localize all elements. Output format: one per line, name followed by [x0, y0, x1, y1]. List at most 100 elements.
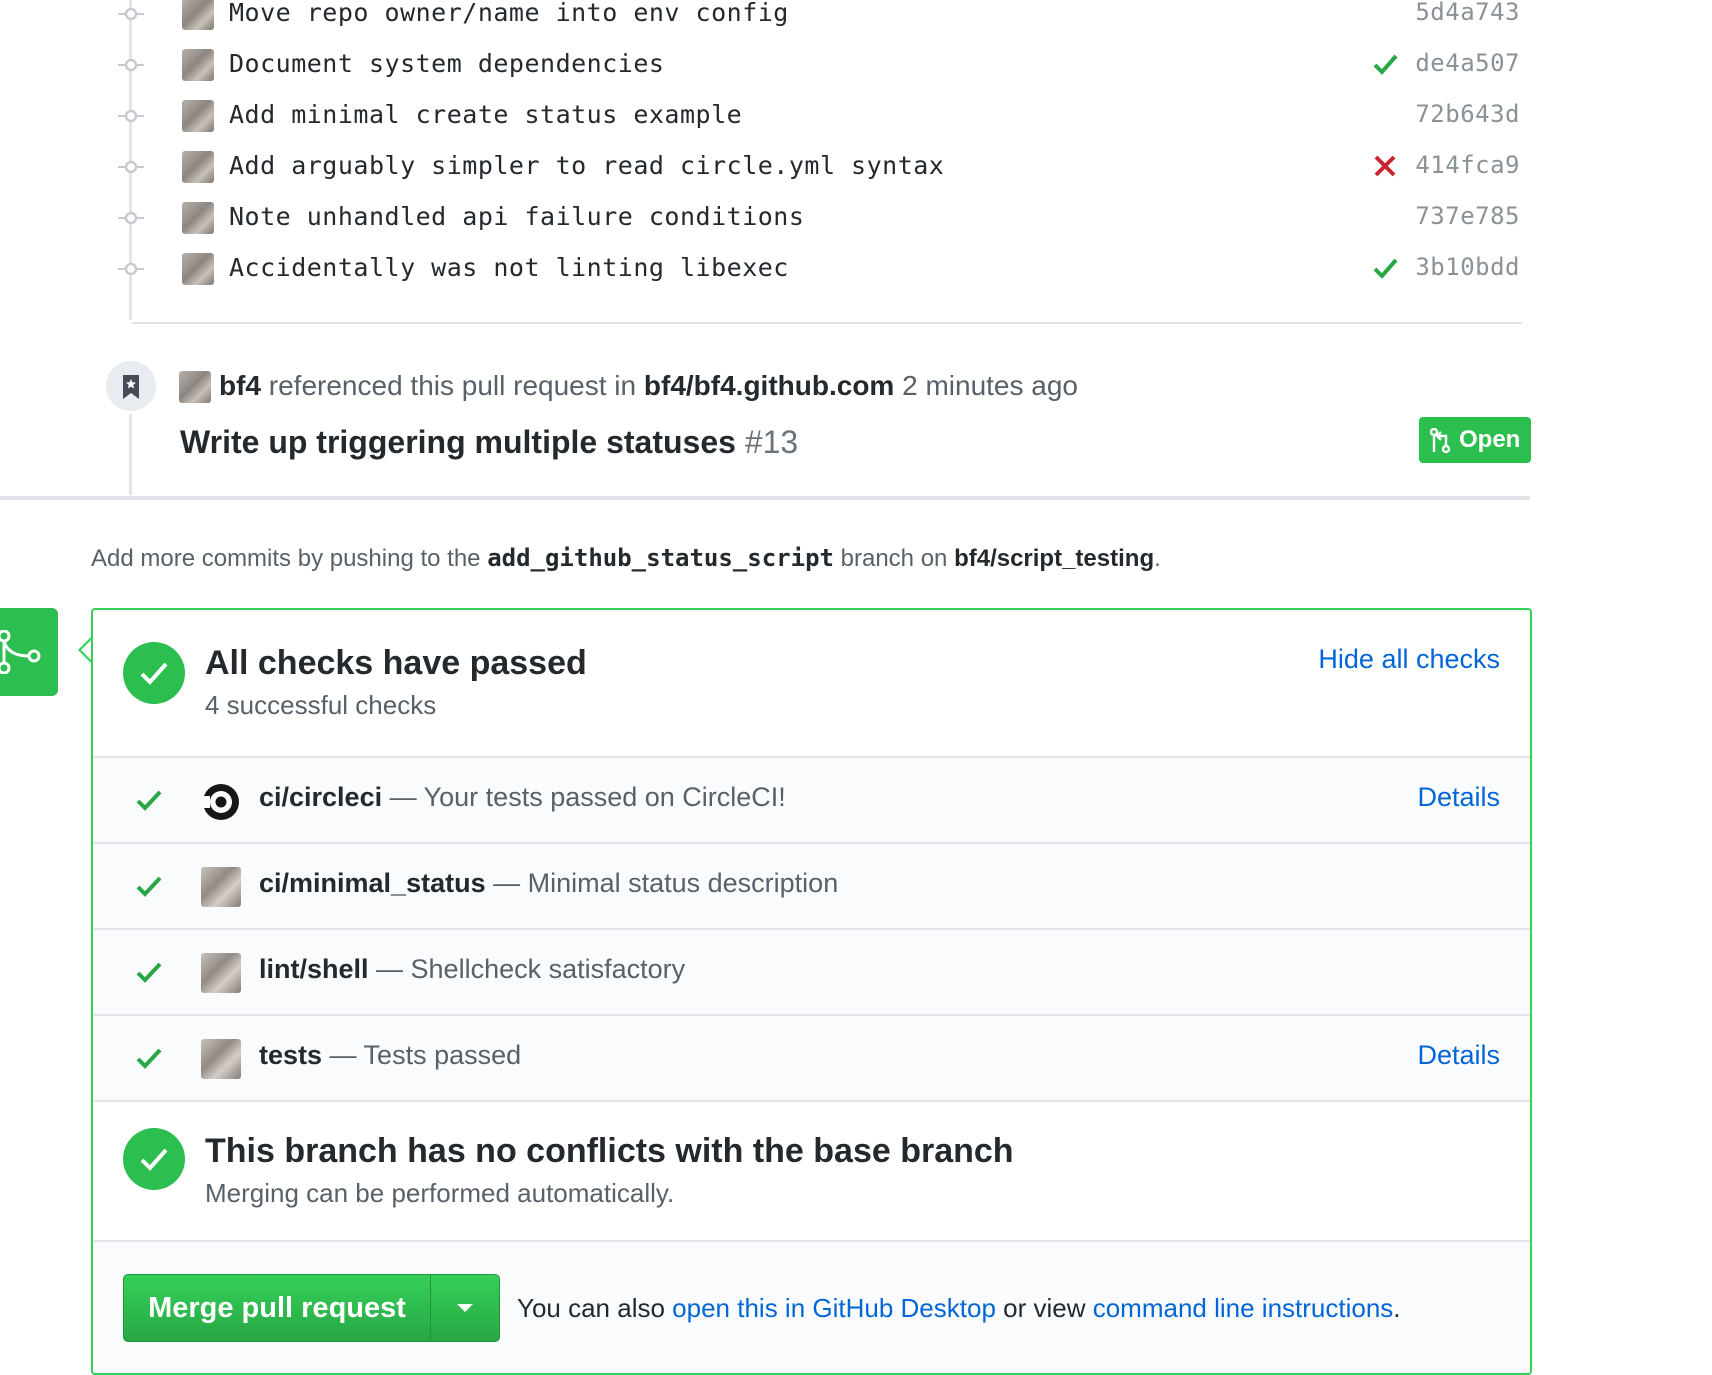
conflicts-subtitle: Merging can be performed automatically.	[205, 1178, 675, 1208]
check-name: lint/shell	[259, 954, 369, 984]
avatar[interactable]	[182, 49, 214, 81]
status-badge: Open	[1419, 417, 1531, 463]
check-desc-text: — Minimal status description	[485, 868, 839, 898]
check-icon[interactable]	[1370, 49, 1400, 79]
check-description: tests — Tests passed	[259, 1040, 521, 1071]
check-row: lint/shell — Shellcheck satisfactory	[93, 930, 1530, 1016]
check-desc-text: — Shellcheck satisfactory	[368, 954, 686, 984]
check-icon	[136, 790, 162, 811]
commit-row: Accidentally was not linting libexec 3b1…	[110, 249, 1520, 299]
user-link[interactable]: bf4	[219, 370, 261, 401]
check-row: ci/circleci — Your tests passed on Circl…	[93, 758, 1530, 844]
details-link[interactable]: Details	[1417, 1040, 1500, 1071]
commit-row: Add minimal create status example 72b643…	[110, 96, 1520, 146]
avatar[interactable]	[182, 151, 214, 183]
bookmark-badge	[103, 358, 159, 414]
commit-message[interactable]: Document system dependencies	[229, 49, 664, 78]
commit-node-icon	[118, 160, 144, 174]
reference-text: referenced this pull request in	[261, 370, 644, 401]
check-icon	[136, 1048, 162, 1069]
checks-title: All checks have passed	[205, 644, 587, 682]
pull-request-icon	[1429, 428, 1451, 454]
check-icon	[136, 876, 162, 897]
check-name: tests	[259, 1040, 323, 1070]
success-circle	[123, 642, 185, 704]
divider	[0, 496, 1530, 500]
command-line-link[interactable]: command line instructions	[1093, 1293, 1394, 1323]
push-note-text: branch on	[833, 545, 955, 572]
timestamp[interactable]: 2 minutes ago	[894, 370, 1078, 401]
check-description: ci/circleci — Your tests passed on Circl…	[259, 782, 786, 813]
avatar[interactable]	[182, 202, 214, 234]
check-icon[interactable]	[1370, 253, 1400, 283]
commit-message[interactable]: Add minimal create status example	[229, 100, 742, 129]
check-desc-text: — Tests passed	[322, 1040, 522, 1070]
commit-node-icon	[118, 7, 144, 21]
avatar[interactable]	[182, 100, 214, 132]
check-row: tests — Tests passed Details	[93, 1016, 1530, 1100]
avatar	[201, 867, 241, 907]
commit-row: Move repo owner/name into env config 5d4…	[110, 0, 1520, 44]
commit-node-icon	[118, 109, 144, 123]
branch-name: add_github_status_script	[487, 544, 834, 572]
commit-node-icon	[118, 211, 144, 225]
commit-sha[interactable]: 5d4a743	[1415, 0, 1520, 26]
pr-number[interactable]: #13	[736, 424, 798, 460]
check-desc-text: — Your tests passed on CircleCI!	[382, 782, 786, 812]
push-note-text: .	[1154, 545, 1161, 572]
commit-row: Note unhandled api failure conditions 73…	[110, 198, 1520, 248]
commit-sha[interactable]: 737e785	[1415, 202, 1520, 230]
merge-options-dropdown[interactable]	[430, 1275, 500, 1341]
commit-node-icon	[118, 58, 144, 72]
check-name: ci/minimal_status	[259, 868, 486, 898]
status-badge-label: Open	[1459, 426, 1521, 453]
reference-event: bf4 referenced this pull request in bf4/…	[219, 370, 1078, 402]
merge-box: All checks have passed 4 successful chec…	[91, 608, 1532, 1375]
open-desktop-link[interactable]: open this in GitHub Desktop	[672, 1293, 996, 1323]
commit-row: Document system dependencies de4a507	[110, 45, 1520, 95]
avatar[interactable]	[182, 0, 214, 30]
success-circle	[123, 1128, 185, 1190]
circleci-logo-icon	[201, 784, 239, 820]
avatar	[201, 1039, 241, 1079]
merge-alternatives: You can also open this in GitHub Desktop…	[517, 1293, 1401, 1324]
commit-node-icon	[118, 262, 144, 276]
commit-sha[interactable]: 3b10bdd	[1415, 253, 1520, 281]
commit-row: Add arguably simpler to read circle.yml …	[110, 147, 1520, 197]
push-note-text: Add more commits by pushing to the	[91, 545, 488, 572]
commit-sha[interactable]: de4a507	[1415, 49, 1520, 77]
referenced-pr-title: Write up triggering multiple statuses #1…	[180, 424, 798, 461]
check-description: lint/shell — Shellcheck satisfactory	[259, 954, 685, 985]
commit-sha[interactable]: 414fca9	[1415, 151, 1520, 179]
triangle-down-icon	[457, 1304, 473, 1312]
repo-link[interactable]: bf4/bf4.github.com	[644, 370, 894, 401]
merge-pull-request-button[interactable]: Merge pull request	[124, 1275, 430, 1341]
checks-subtitle: 4 successful checks	[205, 690, 437, 720]
merge-alt-text: You can also	[517, 1293, 673, 1323]
check-name: ci/circleci	[259, 782, 383, 812]
commit-message[interactable]: Move repo owner/name into env config	[229, 0, 789, 27]
merge-alt-text: .	[1393, 1293, 1401, 1323]
check-icon	[136, 962, 162, 983]
commit-message[interactable]: Accidentally was not linting libexec	[229, 253, 789, 282]
check-icon	[140, 662, 168, 685]
avatar	[201, 953, 241, 993]
merge-button-group: Merge pull request	[123, 1274, 500, 1342]
commit-sha[interactable]: 72b643d	[1415, 100, 1520, 128]
timeline-line	[129, 405, 132, 495]
merge-alt-text: or view	[995, 1293, 1093, 1323]
avatar[interactable]	[182, 253, 214, 285]
commit-message[interactable]: Note unhandled api failure conditions	[229, 202, 804, 231]
push-note: Add more commits by pushing to the add_g…	[91, 544, 1161, 573]
details-link[interactable]: Details	[1417, 782, 1500, 813]
check-row: ci/minimal_status — Minimal status descr…	[93, 844, 1530, 930]
x-icon[interactable]	[1370, 151, 1400, 181]
commit-message[interactable]: Add arguably simpler to read circle.yml …	[229, 151, 944, 180]
avatar[interactable]	[179, 371, 211, 403]
merge-footer: Merge pull request You can also open thi…	[93, 1240, 1530, 1373]
git-merge-icon	[0, 630, 41, 674]
hide-checks-link[interactable]: Hide all checks	[1318, 644, 1500, 675]
check-icon	[140, 1148, 168, 1171]
pr-title-link[interactable]: Write up triggering multiple statuses	[180, 424, 736, 460]
repo-name: bf4/script_testing	[954, 545, 1155, 572]
